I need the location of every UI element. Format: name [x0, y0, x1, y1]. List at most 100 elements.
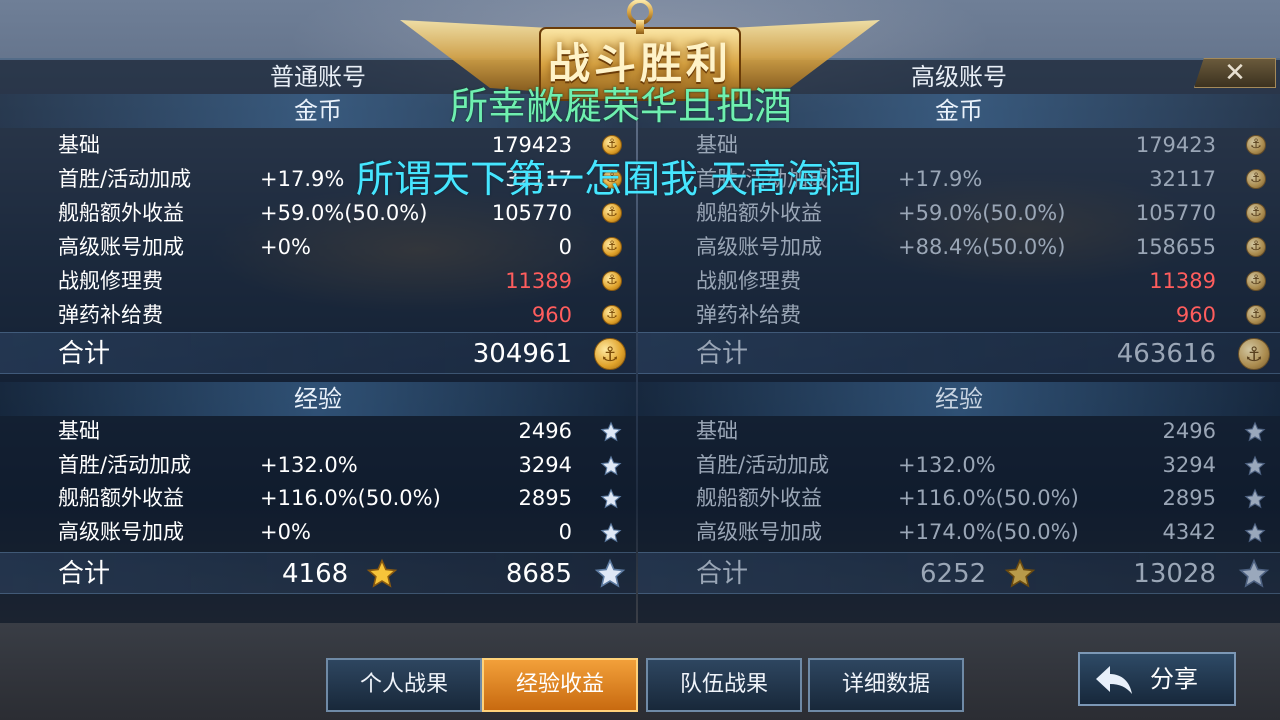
anchor-coin-icon: ⚓	[1246, 203, 1266, 223]
star-icon	[600, 455, 622, 476]
anchor-coin-icon: ⚓	[602, 271, 622, 291]
anchor-coin-icon: ⚓	[1238, 338, 1270, 370]
row-label: 基础	[58, 419, 100, 443]
row-percent: +132.0%	[260, 453, 358, 477]
close-button[interactable]: ✕	[1194, 58, 1276, 88]
row-label: 战舰修理费	[696, 269, 801, 293]
gold-row: 高级账号加成 +0% 0 ⚓	[0, 230, 636, 264]
row-value: 960	[531, 303, 572, 327]
exp-row: 高级账号加成 +174.0%(50.0%) 4342	[638, 515, 1280, 549]
row-value: 2895	[1162, 486, 1216, 510]
row-label: 基础	[696, 419, 738, 443]
overlay-lyric-line-1: 所幸敝屣荣华且把酒	[450, 84, 793, 128]
normal-account-panel: 普通账号 金币 基础 179423 ⚓ 首胜/活动加成 +17.9% 32117…	[0, 58, 636, 623]
close-icon: ✕	[1224, 58, 1246, 88]
gold-row: 高级账号加成 +88.4%(50.0%) 158655 ⚓	[638, 230, 1280, 264]
anchor-coin-icon: ⚓	[602, 305, 622, 325]
row-value: 179423	[1135, 133, 1216, 157]
gold-row: 弹药补给费 960 ⚓	[0, 298, 636, 332]
row-value: 2895	[518, 486, 572, 510]
gold-star-icon	[1004, 558, 1036, 588]
anchor-coin-icon: ⚓	[1246, 271, 1266, 291]
row-percent: +0%	[260, 235, 311, 259]
exp-row: 首胜/活动加成 +132.0% 3294	[638, 448, 1280, 482]
gold-total-row: 合计 304961 ⚓	[0, 332, 636, 374]
exp-row: 首胜/活动加成 +132.0% 3294	[0, 448, 636, 482]
row-label: 高级账号加成	[58, 235, 184, 259]
share-button[interactable]: 分享	[1078, 652, 1236, 706]
star-icon	[600, 421, 622, 442]
captain-exp-total: 4168	[282, 559, 349, 589]
exp-row: 高级账号加成 +0% 0	[0, 515, 636, 549]
row-label: 高级账号加成	[58, 520, 184, 544]
tab-personal-result[interactable]: 个人战果	[326, 658, 482, 712]
star-icon	[594, 558, 626, 588]
total-label: 合计	[696, 559, 749, 589]
exp-total-row: 合计 6252 13028	[638, 552, 1280, 594]
row-value: 0	[558, 520, 572, 544]
row-label: 高级账号加成	[696, 235, 822, 259]
row-percent: +116.0%(50.0%)	[898, 486, 1079, 510]
gold-row: 战舰修理费 11389 ⚓	[638, 264, 1280, 298]
row-percent: +88.4%(50.0%)	[898, 235, 1066, 259]
gold-row: 战舰修理费 11389 ⚓	[0, 264, 636, 298]
anchor-coin-icon: ⚓	[1246, 135, 1266, 155]
share-arrow-icon	[1096, 666, 1132, 694]
exp-section-header: 经验	[638, 382, 1280, 416]
row-value: 2496	[518, 419, 572, 443]
result-tab-bar: 个人战果 经验收益 队伍战果 详细数据	[290, 650, 990, 720]
anchor-coin-icon: ⚓	[1246, 305, 1266, 325]
row-label: 弹药补给费	[58, 303, 163, 327]
exp-section-header: 经验	[0, 382, 636, 416]
exp-row: 基础 2496	[638, 414, 1280, 448]
row-value: 0	[558, 235, 572, 259]
exp-row: 舰船额外收益 +116.0%(50.0%) 2895	[0, 481, 636, 515]
gold-star-icon	[366, 558, 398, 588]
row-percent: +174.0%(50.0%)	[898, 520, 1079, 544]
exp-total-row: 合计 4168 8685	[0, 552, 636, 594]
row-label: 基础	[58, 133, 100, 157]
row-percent: +132.0%	[898, 453, 996, 477]
total-label: 合计	[696, 339, 749, 369]
row-label: 舰船额外收益	[696, 486, 822, 510]
anchor-coin-icon: ⚓	[602, 203, 622, 223]
row-percent: +59.0%(50.0%)	[898, 201, 1066, 225]
tab-exp-income[interactable]: 经验收益	[482, 658, 638, 712]
tab-team-result[interactable]: 队伍战果	[646, 658, 802, 712]
overlay-lyric-line-2: 所谓天下第一怎囿我 天高海阔	[356, 157, 863, 201]
exp-total-value: 13028	[1133, 559, 1216, 589]
gold-total-value: 304961	[472, 339, 572, 369]
star-icon	[1244, 421, 1266, 442]
row-value: 3294	[1162, 453, 1216, 477]
row-label: 首胜/活动加成	[58, 453, 192, 477]
gold-total-row: 合计 463616 ⚓	[638, 332, 1280, 374]
star-icon	[600, 522, 622, 543]
row-label: 首胜/活动加成	[696, 453, 830, 477]
anchor-coin-icon: ⚓	[594, 338, 626, 370]
row-percent: +0%	[260, 520, 311, 544]
anchor-coin-icon: ⚓	[1246, 237, 1266, 257]
star-icon	[1244, 488, 1266, 509]
star-icon	[1244, 522, 1266, 543]
row-percent: +17.9%	[898, 167, 983, 191]
row-value: 960	[1175, 303, 1216, 327]
row-value: 11389	[505, 269, 572, 293]
row-value: 2496	[1162, 419, 1216, 443]
total-label: 合计	[58, 559, 111, 589]
gold-total-value: 463616	[1116, 339, 1216, 369]
tab-detailed-data[interactable]: 详细数据	[808, 658, 964, 712]
exp-total-value: 8685	[505, 559, 572, 589]
premium-account-panel: 高级账号 金币 基础 179423 ⚓ 首胜/活动加成 +17.9% 32117…	[638, 58, 1280, 623]
gold-row: 弹药补给费 960 ⚓	[638, 298, 1280, 332]
row-value: 105770	[1135, 201, 1216, 225]
row-value: 11389	[1149, 269, 1216, 293]
row-percent: +17.9%	[260, 167, 345, 191]
row-label: 首胜/活动加成	[58, 167, 192, 191]
row-label: 高级账号加成	[696, 520, 822, 544]
share-label: 分享	[1150, 665, 1198, 693]
row-label: 弹药补给费	[696, 303, 801, 327]
row-value: 3294	[518, 453, 572, 477]
exp-row: 舰船额外收益 +116.0%(50.0%) 2895	[638, 481, 1280, 515]
row-value: 158655	[1135, 235, 1216, 259]
row-label: 舰船额外收益	[58, 201, 184, 225]
